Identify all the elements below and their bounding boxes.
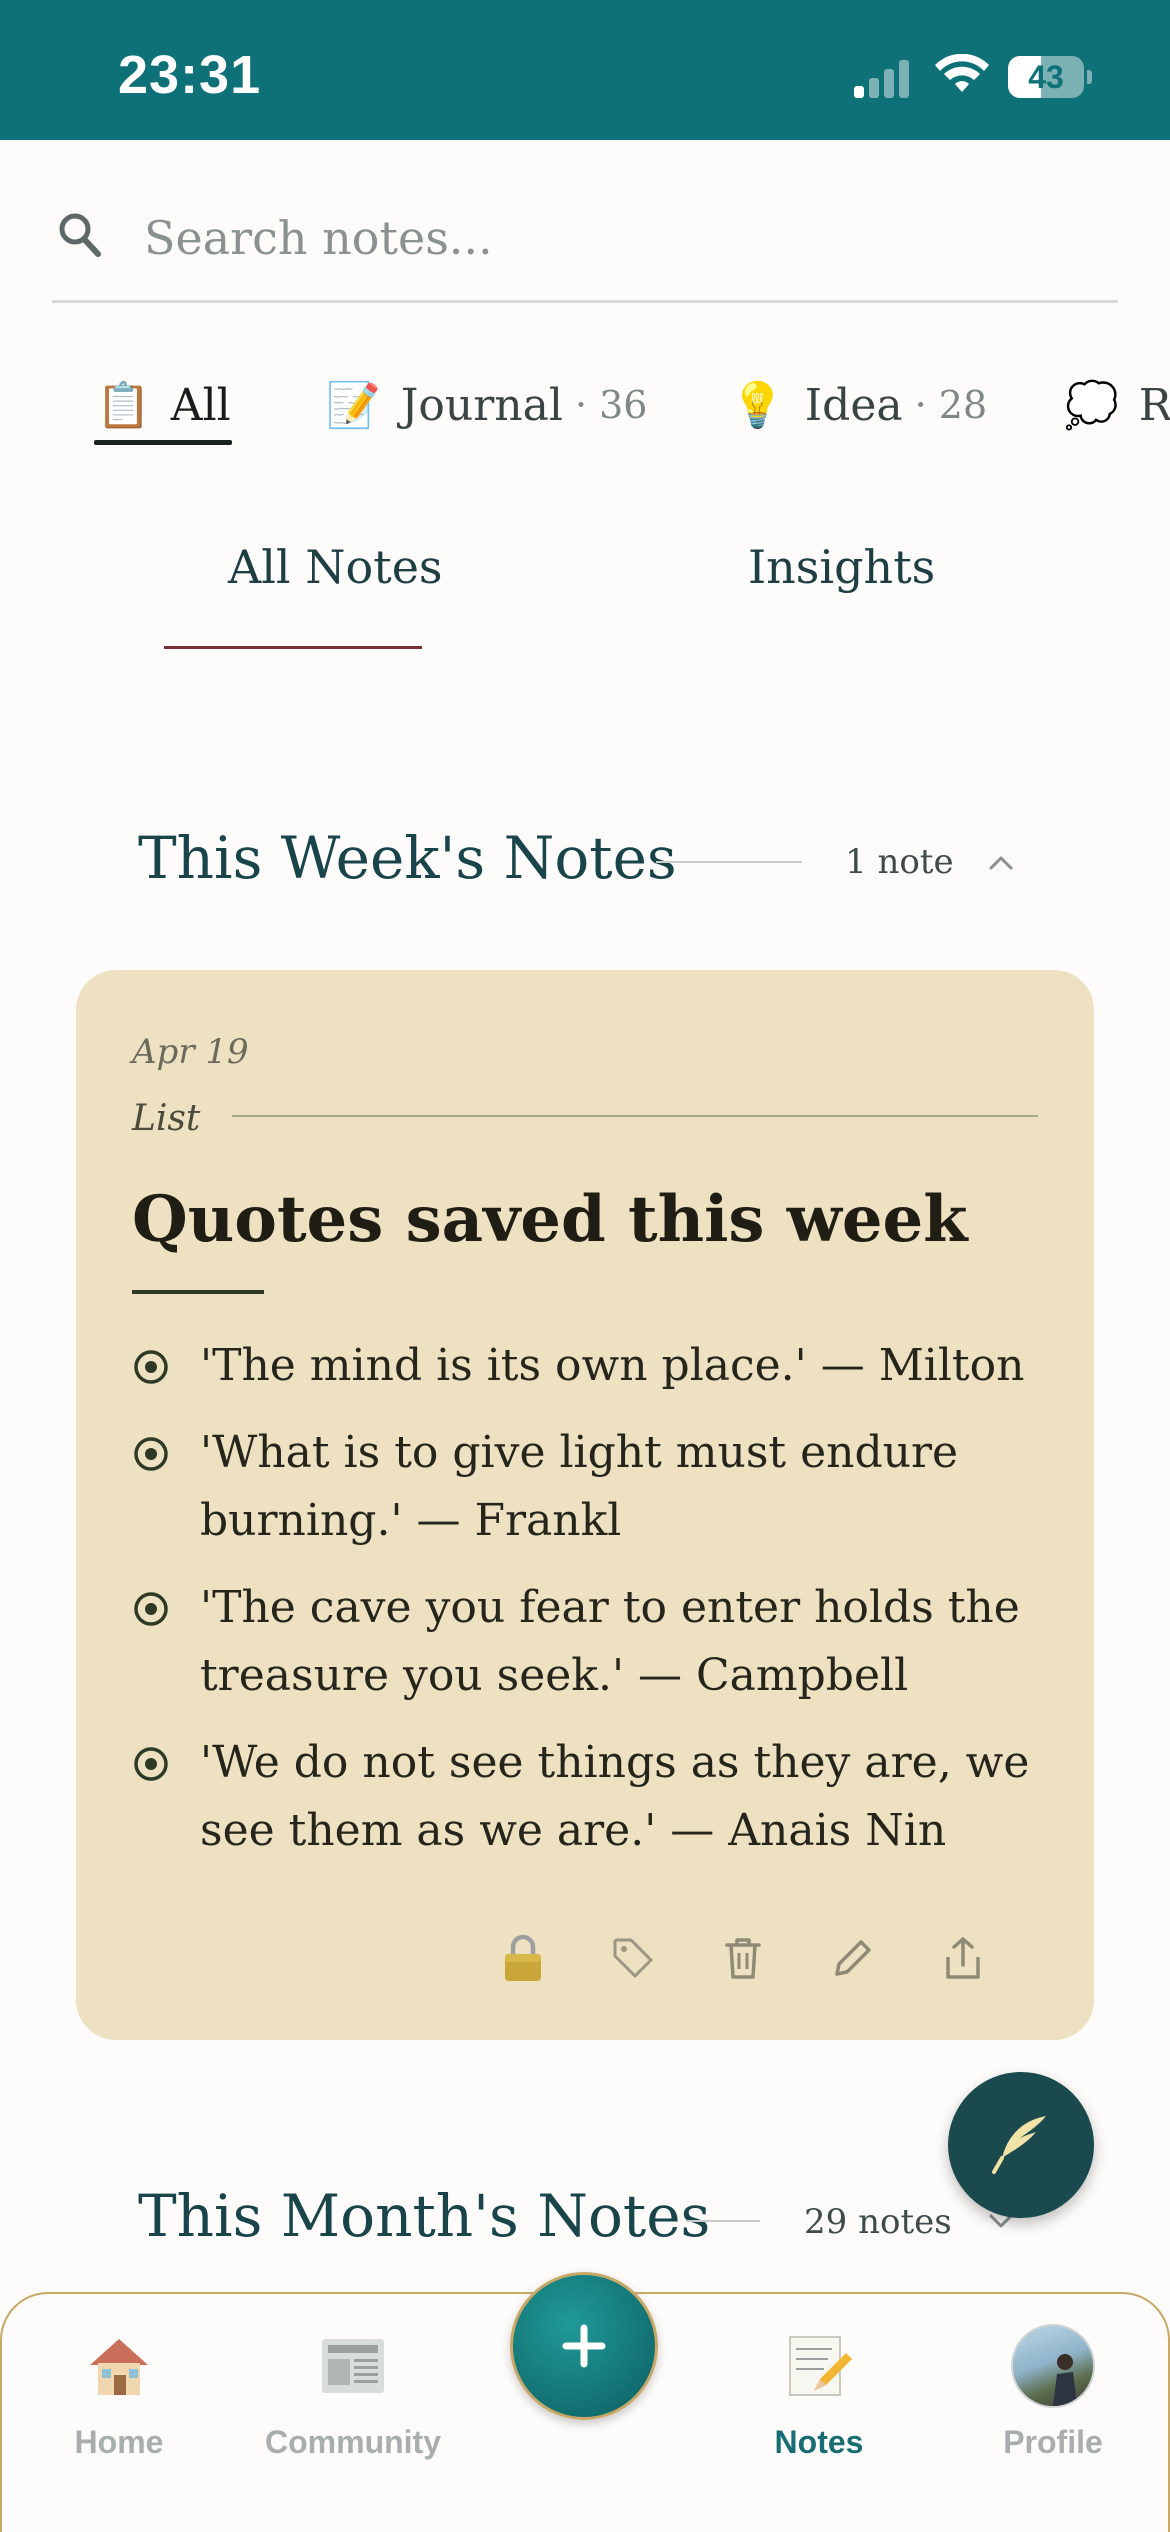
nav-profile[interactable]: Profile [938,2314,1168,2461]
house-icon [4,2314,234,2418]
list-item: 'What is to give light must endure burni… [132,1419,1052,1555]
clipboard-icon: 📋 [96,380,151,431]
lightbulb-icon: 💡 [730,380,785,431]
battery-level: 43 [1028,59,1064,95]
wifi-icon [935,54,989,92]
week-section-count: 1 note [845,842,954,882]
tab-active-indicator [164,646,422,649]
thought-bubble-icon: 💭 [1064,380,1119,431]
memo-icon: 📝 [326,380,381,431]
category-label: All [170,379,231,431]
category-chip-reflection[interactable]: 💭 R [1064,360,1170,450]
avatar [1011,2324,1095,2408]
nav-label: Profile [1003,2424,1103,2460]
category-label: Idea [804,379,903,431]
note-type-divider [232,1115,1038,1117]
signal-icon [854,60,909,98]
note-card[interactable]: Apr 19 List Quotes saved this week 'The … [76,970,1094,2040]
add-button[interactable] [510,2272,658,2420]
tab-all-notes[interactable]: All Notes [228,540,443,594]
quill-icon [992,2116,1046,2174]
memo-icon [704,2314,934,2418]
nav-notes[interactable]: Notes [704,2314,934,2461]
chevron-up-icon[interactable] [986,850,1016,874]
share-button[interactable] [908,1926,1018,1990]
note-title: Quotes saved this week [132,1182,968,1257]
nav-label: Home [74,2424,164,2460]
status-time: 23:31 [118,45,262,105]
status-bar: 23:31 43 [0,0,1170,140]
list-item-text: 'We do not see things as they are, we se… [200,1737,1030,1856]
category-filter-bar: 📋 All 📝 Journal · 36 💡 Idea · 28 💭 R [0,360,1170,460]
category-count: · 28 [914,383,988,427]
category-chip-journal[interactable]: 📝 Journal · 36 [326,360,647,450]
week-section-title: This Week's Notes [138,824,677,892]
category-chip-idea[interactable]: 💡 Idea · 28 [730,360,987,450]
plus-icon [562,2324,606,2368]
note-actions [468,1926,1018,1990]
section-divider [686,2220,760,2222]
delete-button[interactable] [688,1926,798,1990]
new-note-fab[interactable] [948,2072,1094,2218]
list-item: 'We do not see things as they are, we se… [132,1729,1052,1865]
radio-bullet-icon [134,1350,168,1384]
tag-button[interactable] [578,1926,688,1990]
radio-bullet-icon [134,1437,168,1471]
note-type: List [132,1098,201,1139]
edit-icon [835,1940,871,1976]
nav-label: Notes [774,2424,864,2460]
list-item: 'The cave you fear to enter holds the tr… [132,1574,1052,1710]
search-bar[interactable] [52,180,1118,303]
trash-icon [725,1938,761,1979]
radio-bullet-icon [134,1747,168,1781]
newspaper-icon [238,2314,468,2418]
list-item-text: 'What is to give light must endure burni… [200,1427,959,1546]
category-count: · 36 [574,383,648,427]
month-section-title: This Month's Notes [138,2182,711,2250]
share-icon [946,1937,980,1979]
note-date: Apr 19 [132,1032,249,1072]
battery-indicator: 43 [1008,56,1092,98]
list-item-text: 'The cave you fear to enter holds the tr… [200,1582,1020,1701]
tag-icon [613,1938,653,1978]
tab-insights[interactable]: Insights [748,540,935,594]
nav-community[interactable]: Community [238,2314,468,2461]
list-item-text: 'The mind is its own place.' — Milton [200,1340,1025,1391]
month-section-count: 29 notes [804,2202,952,2242]
category-label: R [1138,379,1170,431]
note-title-rule [132,1290,264,1294]
category-label: Journal [400,379,563,431]
radio-bullet-icon [134,1592,168,1626]
category-chip-all[interactable]: 📋 All [96,360,231,450]
search-input[interactable] [142,202,1046,274]
edit-button[interactable] [798,1926,908,1990]
nav-home[interactable]: Home [4,2314,234,2461]
quote-list: 'The mind is its own place.' — Milton 'W… [132,1332,1052,1884]
search-icon [59,213,101,257]
lock-button[interactable] [468,1926,578,1990]
section-divider [656,861,802,863]
category-active-indicator [94,440,232,445]
list-item: 'The mind is its own place.' — Milton [132,1332,1052,1400]
lock-icon [505,1934,541,1981]
nav-label: Community [265,2424,441,2460]
